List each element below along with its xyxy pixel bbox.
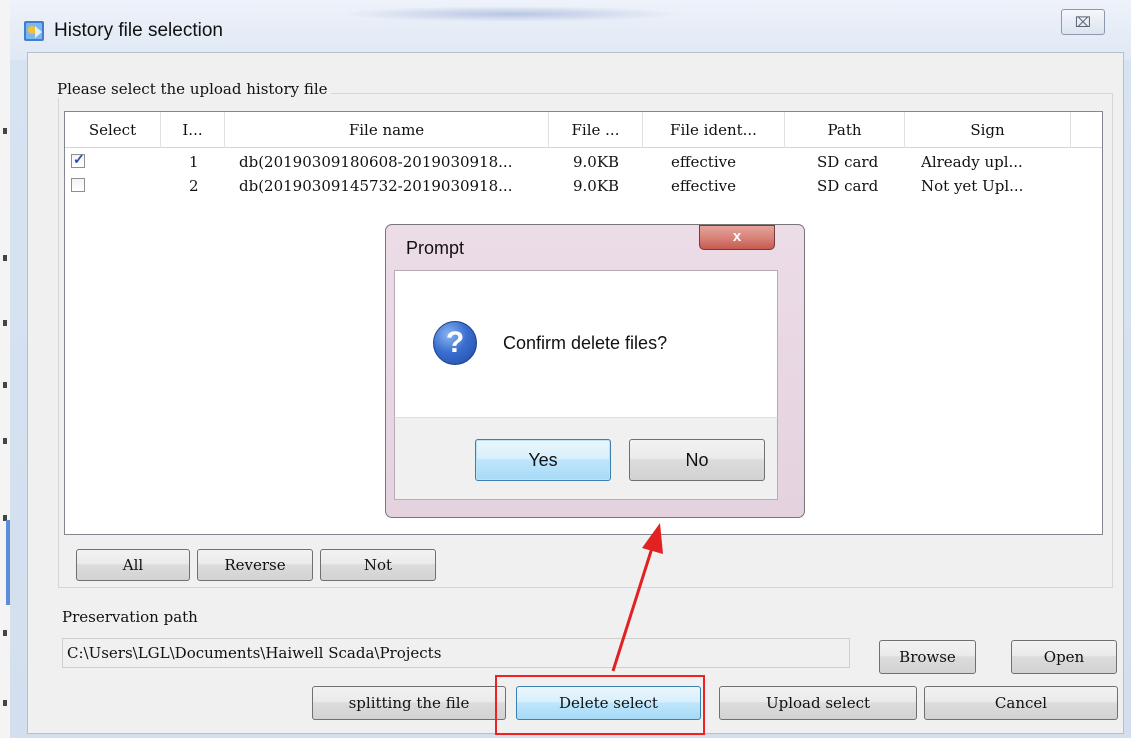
prompt-button-bar: Yes No: [394, 417, 778, 500]
arrow-shaft: [611, 547, 654, 672]
prompt-message-area: ? Confirm delete files?: [394, 270, 778, 417]
yes-button[interactable]: Yes: [475, 439, 611, 481]
prompt-title: Prompt: [406, 238, 465, 258]
prompt-message: Confirm delete files?: [503, 333, 668, 353]
no-button[interactable]: No: [629, 439, 765, 481]
prompt-dialog: Prompt x ? Confirm delete files? Yes No: [385, 224, 805, 518]
question-icon: ?: [433, 321, 477, 365]
arrow-head: [642, 523, 663, 554]
prompt-close-button[interactable]: x: [699, 225, 775, 250]
